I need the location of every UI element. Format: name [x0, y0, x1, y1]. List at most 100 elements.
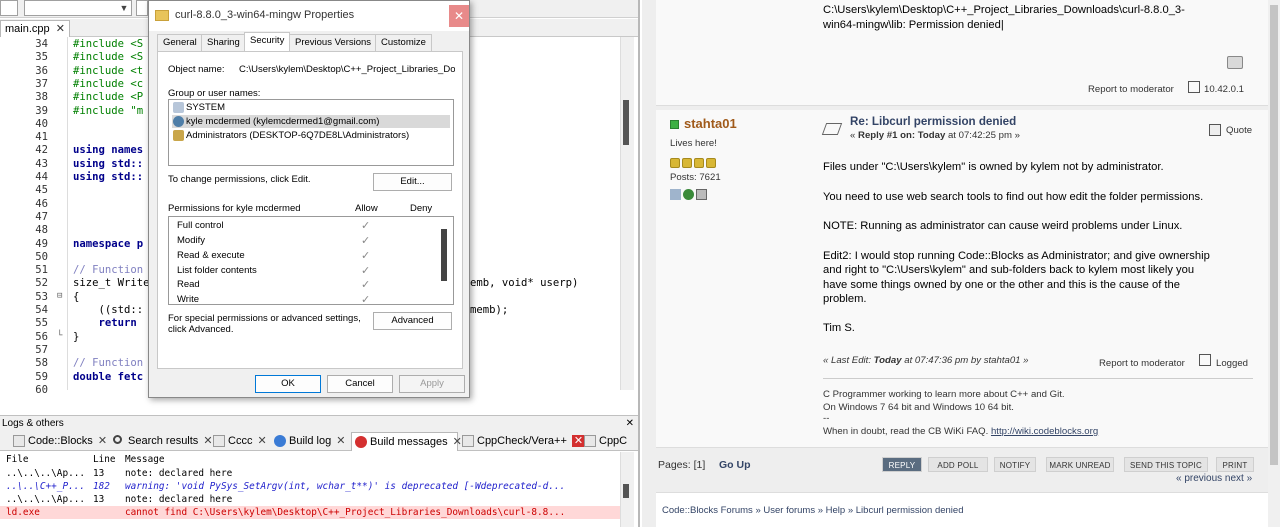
close-icon[interactable]: ✕ — [257, 435, 266, 447]
fold-icon[interactable]: ⊟ — [57, 291, 66, 301]
ok-button[interactable]: OK — [255, 375, 321, 393]
editor-scrollbar[interactable] — [620, 37, 634, 390]
go-up-link[interactable]: Go Up — [719, 458, 751, 473]
permissions-scroll-thumb[interactable] — [441, 229, 447, 281]
permission-row: List folder contents ✓ — [177, 264, 427, 278]
close-button[interactable]: ✕ — [449, 5, 469, 27]
tab-previous-versions[interactable]: Previous Versions — [289, 34, 378, 51]
star-icon — [694, 158, 704, 168]
post-body-line: NOTE: Running as administrator can cause… — [823, 220, 1183, 232]
dialog-titlebar[interactable]: curl-8.8.0_3-win64-mingw Properties ✕ — [149, 1, 469, 31]
permission-name: Write — [177, 294, 199, 305]
line-number: 56 — [35, 330, 48, 343]
send-topic-button[interactable]: SEND THIS TOPIC — [1124, 457, 1208, 472]
tab-cppcheck-2[interactable]: CppC — [581, 432, 627, 451]
cell-file: ld.exe — [6, 507, 40, 518]
permissions-for-label: Permissions for kyle mcdermed — [168, 203, 301, 214]
print-button[interactable]: PRINT — [1216, 457, 1254, 472]
permission-name: List folder contents — [177, 265, 257, 276]
line-number: 51 — [35, 264, 48, 277]
advanced-button[interactable]: Advanced — [373, 312, 452, 330]
object-name-value: C:\Users\kylem\Desktop\C++_Project_Libra… — [239, 64, 455, 75]
add-poll-button[interactable]: ADD POLL — [928, 457, 988, 472]
permission-name: Read & execute — [177, 250, 245, 261]
cell-message: note: declared here — [125, 494, 233, 505]
table-row[interactable]: ..\..\..\Ap... 13 note: declared here — [0, 467, 620, 480]
list-item[interactable]: kyle mcdermed (kylemcdermed1@gmail.com) — [172, 115, 450, 128]
tab-label: Search results — [128, 435, 199, 447]
tab-main-cpp[interactable]: main.cpp ✕ — [0, 20, 70, 37]
apply-button[interactable]: Apply — [399, 375, 465, 393]
group-label: Group or user names: — [168, 88, 261, 99]
editor-scroll-thumb[interactable] — [623, 100, 629, 145]
special-perm-text: For special permissions or advanced sett… — [168, 313, 361, 324]
last-edit-rest: at 07:47:36 pm by stahta01 » — [901, 355, 1029, 366]
toolbar-combo[interactable]: ▼ — [24, 0, 132, 16]
line-number: 55 — [35, 317, 48, 330]
dialog-buttons: OK Cancel Apply — [149, 373, 469, 395]
breadcrumb[interactable]: Code::Blocks Forums » User forums » Help… — [662, 504, 964, 519]
message-icon[interactable] — [696, 189, 707, 200]
tab-customize[interactable]: Customize — [375, 34, 432, 51]
tab-codeblocks-log[interactable]: Code::Blocks ✕ — [10, 432, 107, 451]
toolbar-combo-small[interactable] — [136, 0, 148, 16]
close-icon[interactable]: ✕ — [98, 435, 107, 447]
quick-edit-icon[interactable] — [1227, 56, 1243, 69]
quote-button[interactable]: Quote — [1226, 124, 1252, 139]
logs-scroll-thumb[interactable] — [623, 484, 629, 498]
forum-scroll-thumb[interactable] — [1270, 5, 1278, 465]
tab-general[interactable]: General — [157, 34, 203, 51]
user-list[interactable]: SYSTEM kyle mcdermed (kylemcdermed1@gmai… — [168, 99, 454, 166]
permission-name: Modify — [177, 235, 205, 246]
prev-post-text-2: win64-mingw\lib: Permission denied| — [823, 19, 1004, 31]
globe-icon[interactable] — [683, 189, 694, 200]
post-title[interactable]: Re: Libcurl permission denied — [850, 115, 1016, 130]
profile-icon[interactable] — [670, 189, 681, 200]
tab-build-messages[interactable]: Build messages ✕ — [351, 432, 462, 451]
post-body-line: Edit2: I would stop running Code::Blocks… — [823, 250, 1210, 262]
code-line: ((std:: — [73, 304, 144, 316]
mark-unread-button[interactable]: MARK UNREAD — [1046, 457, 1114, 472]
tab-search-results[interactable]: Search results ✕ — [110, 432, 213, 451]
code-line: double fetc — [73, 370, 144, 383]
close-icon[interactable]: ✕ — [626, 416, 634, 431]
signature-line: When in doubt, read the CB WiKi FAQ. htt… — [823, 425, 1098, 438]
line-number: 46 — [35, 197, 48, 210]
edit-button[interactable]: Edit... — [373, 173, 452, 191]
quote-icon[interactable] — [1209, 124, 1221, 136]
code-line: size_t Write — [73, 277, 150, 290]
line-number: 52 — [35, 277, 48, 290]
cancel-button[interactable]: Cancel — [327, 375, 393, 393]
table-row[interactable]: ld.exe cannot find C:\Users\kylem\Deskto… — [0, 506, 620, 519]
tab-cccc[interactable]: Cccc ✕ — [210, 432, 267, 451]
tab-label: CppC — [599, 435, 628, 447]
check-icon: ✓ — [361, 250, 371, 262]
table-row[interactable]: ..\..\..\Ap... 13 note: declared here — [0, 493, 620, 506]
prev-report-link[interactable]: Report to moderator — [1088, 83, 1174, 98]
list-item[interactable]: SYSTEM — [172, 101, 450, 114]
close-icon[interactable]: ✕ — [56, 21, 65, 37]
table-row[interactable]: ..\..\C++_P... 182 warning: 'void PySys_… — [0, 480, 620, 493]
wiki-link[interactable]: http://wiki.codeblocks.org — [991, 426, 1098, 437]
line-number: 36 — [35, 64, 48, 77]
cell-file: ..\..\..\Ap... — [6, 494, 86, 505]
tab-cppcheck[interactable]: CppCheck/Vera++ ✕ — [459, 432, 586, 451]
close-icon[interactable]: ✕ — [336, 435, 345, 447]
notify-button[interactable]: NOTIFY — [994, 457, 1036, 472]
author-name[interactable]: stahta01 — [684, 116, 737, 132]
prev-next-links[interactable]: « previous next » — [1176, 472, 1252, 487]
reply-button[interactable]: REPLY — [882, 457, 922, 472]
report-link[interactable]: Report to moderator — [1099, 357, 1185, 372]
list-item[interactable]: Administrators (DESKTOP-6Q7DE8L\Administ… — [172, 129, 450, 142]
toolbar-combo-left[interactable] — [0, 0, 18, 16]
allow-header: Allow — [355, 203, 378, 214]
line-number: 47 — [35, 210, 48, 223]
post-meta: « Reply #1 on: Today at 07:42:25 pm » — [850, 129, 1020, 144]
permissions-list[interactable]: Full control ✓ Modify ✓ Read & execute ✓ Li… — [168, 216, 454, 305]
tab-security[interactable]: Security — [244, 32, 291, 51]
signature-line: -- — [823, 413, 830, 424]
file-icon — [13, 435, 25, 447]
last-edit: « Last Edit: Today at 07:47:36 pm by sta… — [823, 354, 1029, 369]
tab-build-log[interactable]: Build log ✕ — [271, 432, 345, 451]
tab-sharing[interactable]: Sharing — [201, 34, 246, 51]
